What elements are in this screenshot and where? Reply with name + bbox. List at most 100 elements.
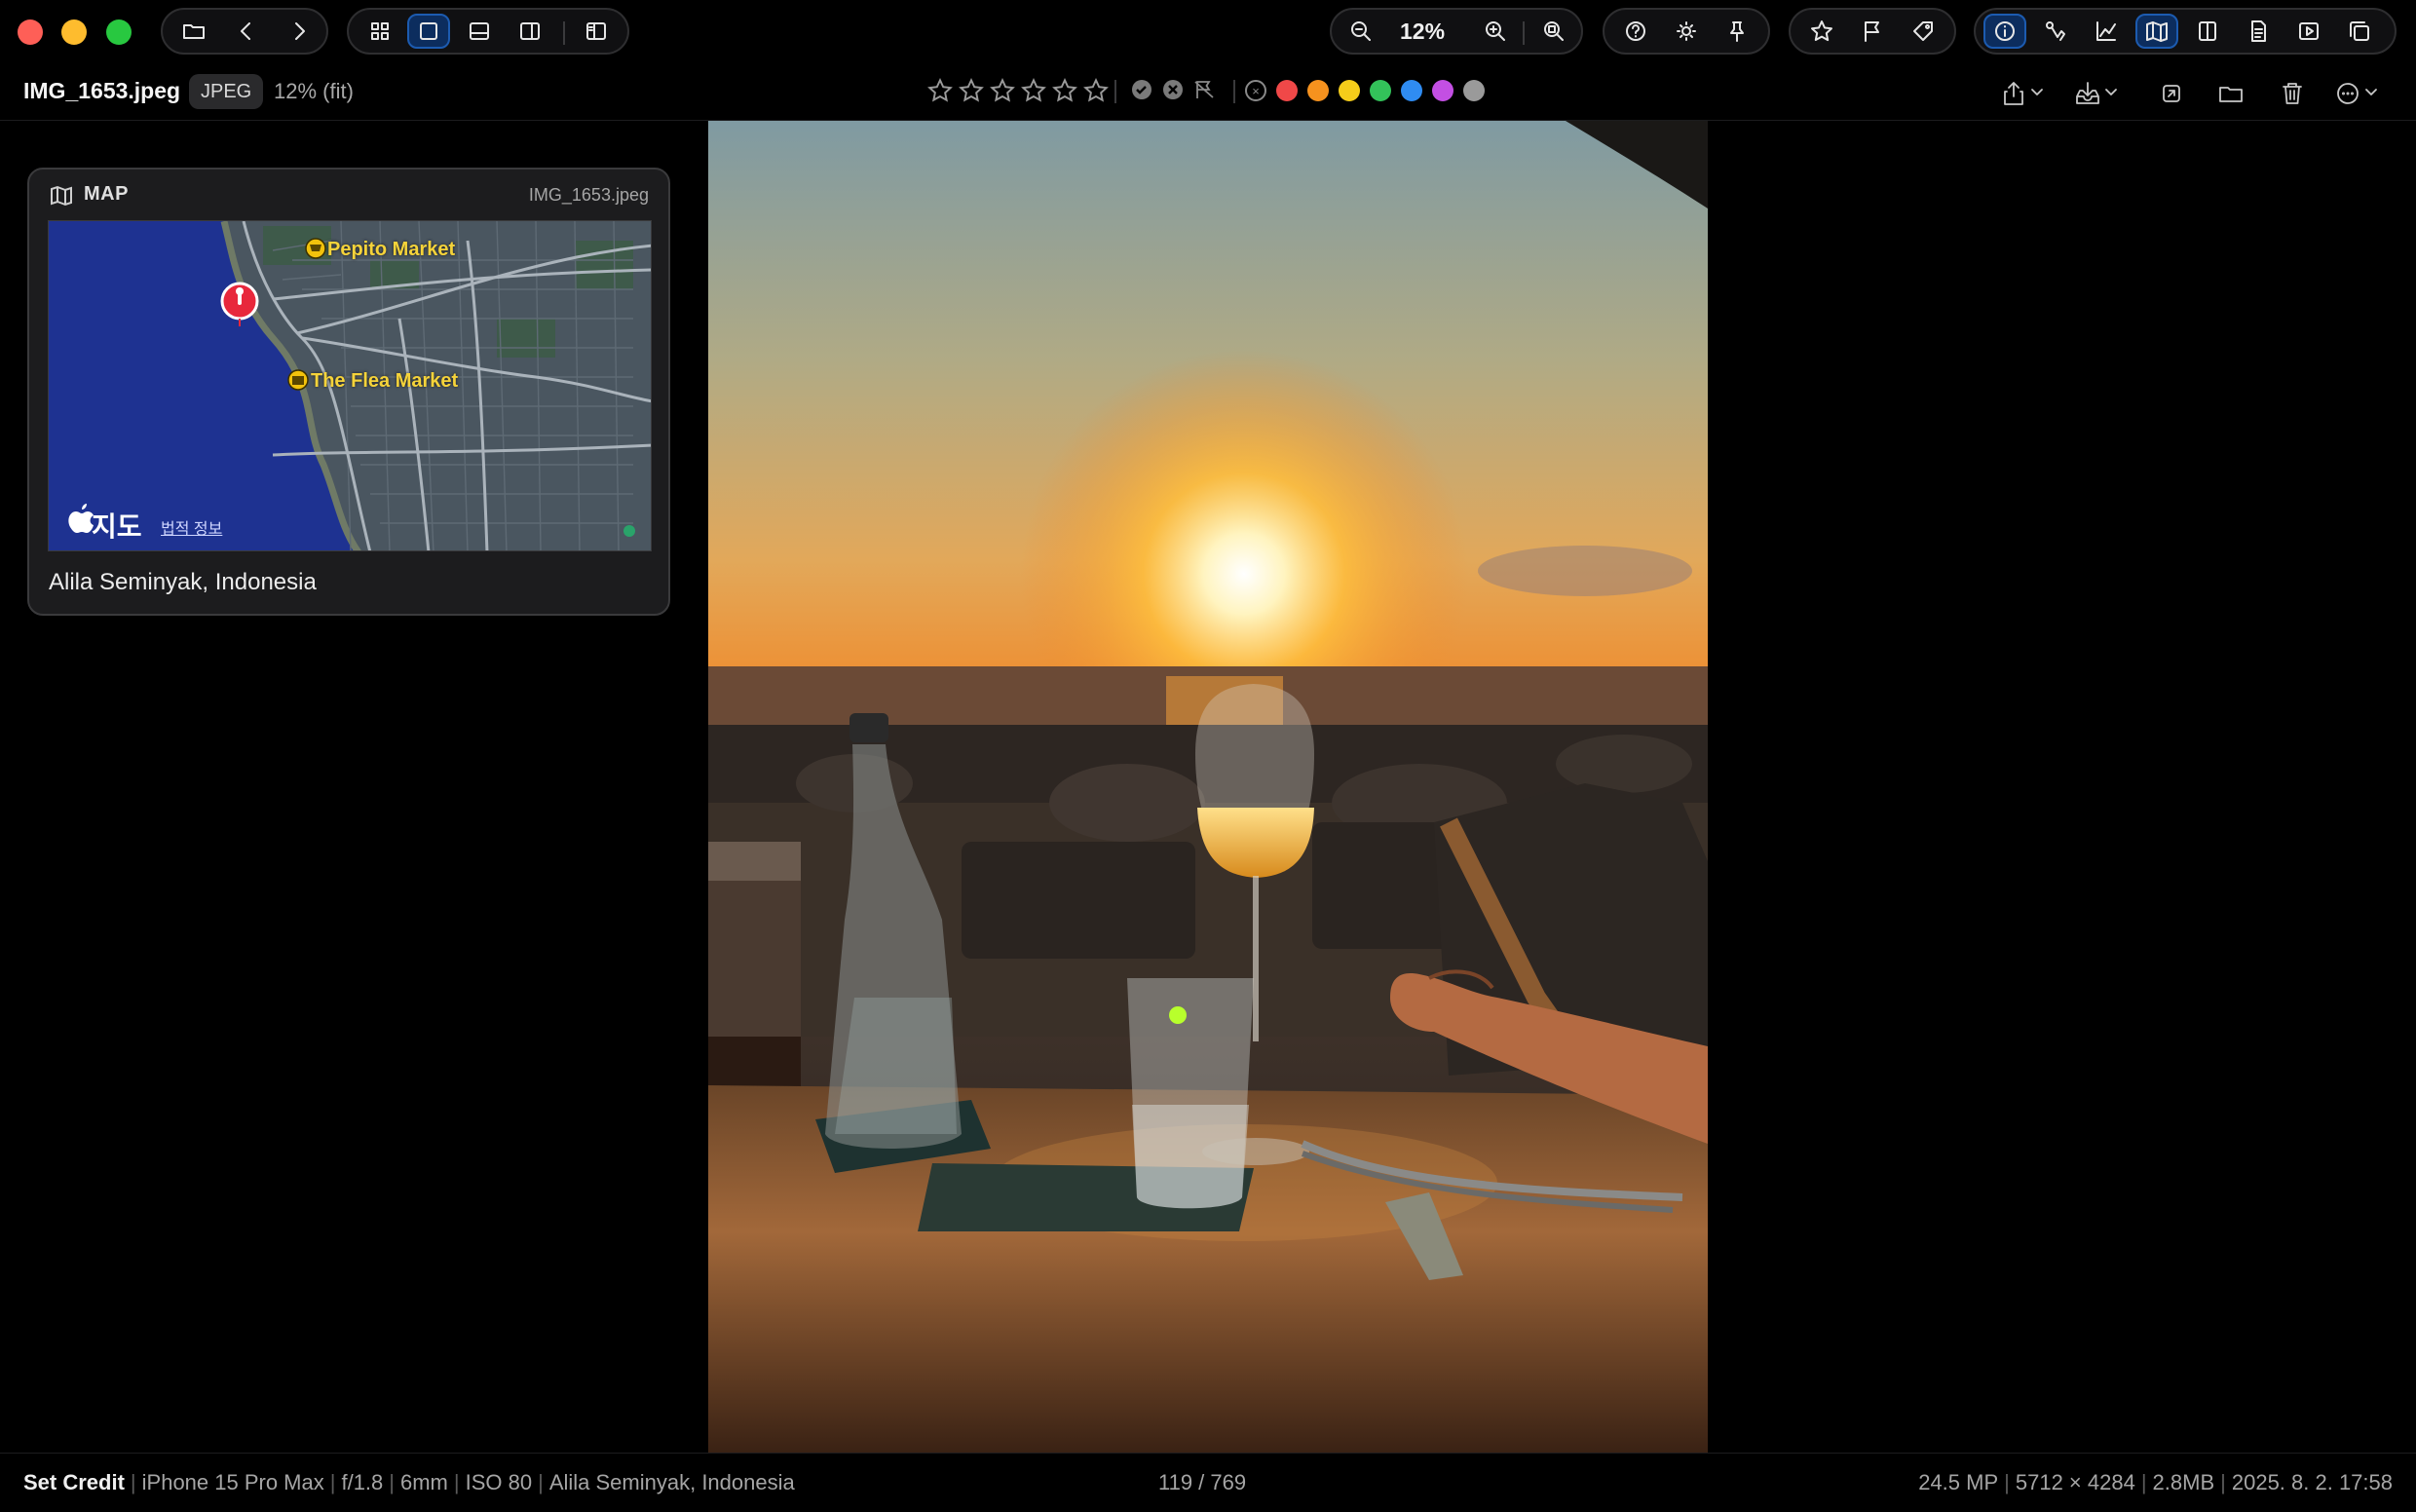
- star-icon: [1811, 20, 1832, 42]
- unflag-button[interactable]: [1192, 78, 1216, 101]
- color-label-none[interactable]: ×: [1245, 80, 1266, 101]
- close-window-button[interactable]: [18, 19, 43, 45]
- share-icon: [2004, 82, 2023, 105]
- zoom-group: 12%: [1330, 8, 1583, 55]
- map-card: MAP IMG_1653.jpeg Pepito Market The Flea…: [27, 168, 670, 616]
- chevron-down-icon: [2365, 88, 2377, 95]
- brightness-icon: [1677, 21, 1696, 41]
- document-icon: [2251, 20, 2266, 42]
- reveal-in-folder-button[interactable]: [2216, 76, 2246, 111]
- map-view[interactable]: Pepito Market The Flea Market 지도 법적 정보: [48, 220, 652, 551]
- chevron-left-icon: [241, 22, 250, 40]
- star-outline-icon: [927, 77, 953, 102]
- rating-star-5[interactable]: [1050, 76, 1081, 107]
- star-outline-icon: [1083, 77, 1109, 102]
- sidebar-right-icon: [520, 22, 540, 40]
- poi-label-pepito: Pepito Market: [327, 239, 456, 260]
- grid-view-button[interactable]: [359, 14, 401, 49]
- zoom-fit-icon: [1544, 21, 1564, 41]
- flag-button[interactable]: [1851, 14, 1894, 49]
- reject-button[interactable]: [1161, 78, 1185, 101]
- info-panel-button[interactable]: [1983, 14, 2026, 49]
- pin-icon: [1730, 21, 1744, 42]
- favorite-button[interactable]: [1800, 14, 1843, 49]
- compare-panel-button[interactable]: [2186, 14, 2229, 49]
- help-button[interactable]: [1614, 14, 1657, 49]
- color-label-blue[interactable]: [1401, 80, 1422, 101]
- split-view-icon: [2199, 21, 2216, 41]
- open-external-button[interactable]: [2157, 76, 2186, 111]
- minimize-window-button[interactable]: [61, 19, 87, 45]
- status-bar: Set Credit | iPhone 15 Pro Max | f/1.8 | 6mm | I…: [0, 1453, 2416, 1512]
- toggle-left-panel-button[interactable]: [575, 14, 618, 49]
- notes-panel-button[interactable]: [2237, 14, 2280, 49]
- pin-button[interactable]: [1716, 14, 1758, 49]
- map-panel-button[interactable]: [2135, 14, 2178, 49]
- single-view-button[interactable]: [407, 14, 450, 49]
- zoom-level[interactable]: 12%: [1400, 10, 1445, 53]
- next-button[interactable]: [278, 14, 321, 49]
- color-label-purple[interactable]: [1432, 80, 1453, 101]
- rating-stars: [925, 76, 1113, 107]
- pick-button[interactable]: [1130, 78, 1153, 101]
- rating-star-4[interactable]: [1019, 76, 1050, 107]
- zoom-in-button[interactable]: [1474, 14, 1517, 49]
- delete-button[interactable]: [2278, 76, 2307, 111]
- color-label-red[interactable]: [1276, 80, 1298, 101]
- legal-info-link[interactable]: 법적 정보: [161, 515, 222, 539]
- duplicate-button[interactable]: [2338, 14, 2381, 49]
- rating-star-6[interactable]: [1081, 76, 1113, 107]
- navigation-group: [161, 8, 328, 55]
- map-card-filename: IMG_1653.jpeg: [528, 185, 649, 205]
- megapixels: 24.5 MP: [1918, 1470, 1999, 1494]
- tray-download-icon: [2076, 82, 2099, 104]
- sidebar-view-button[interactable]: [509, 14, 551, 49]
- set-credit-button[interactable]: Set Credit: [23, 1470, 125, 1494]
- export-menu-button[interactable]: [2073, 76, 2120, 111]
- zoom-out-button[interactable]: [1340, 14, 1382, 49]
- open-folder-button[interactable]: [172, 14, 215, 49]
- chart-line-icon: [2096, 21, 2116, 41]
- rating-group: [1789, 8, 1956, 55]
- previous-button[interactable]: [225, 14, 268, 49]
- fullscreen-window-button[interactable]: [106, 19, 132, 45]
- rating-star-1[interactable]: [925, 76, 957, 107]
- chevron-down-icon: [2105, 88, 2117, 95]
- play-icon: [2299, 22, 2319, 40]
- location-text: Alila Seminyak, Indonesia: [548, 1470, 795, 1494]
- star-outline-icon: [990, 77, 1015, 102]
- file-size: 2.8MB: [2152, 1470, 2215, 1494]
- filmstrip-icon: [470, 22, 489, 40]
- folder-icon: [183, 24, 205, 39]
- flag-icon: [1865, 21, 1879, 42]
- filmstrip-view-button[interactable]: [458, 14, 501, 49]
- star-outline-icon: [1021, 77, 1046, 102]
- more-menu-button[interactable]: [2333, 76, 2380, 111]
- flag-slash-icon: [1194, 81, 1214, 98]
- share-menu-button[interactable]: [1999, 76, 2046, 111]
- star-outline-icon: [959, 77, 984, 102]
- tag-button[interactable]: [1902, 14, 1944, 49]
- color-label-green[interactable]: [1370, 80, 1391, 101]
- format-badge: JPEG: [189, 74, 264, 109]
- color-label-gray[interactable]: [1463, 80, 1485, 101]
- histogram-panel-button[interactable]: [2085, 14, 2128, 49]
- color-label-yellow[interactable]: [1339, 80, 1360, 101]
- info-icon: [1995, 21, 2015, 41]
- dimensions: 5712 × 4284: [2015, 1470, 2135, 1494]
- aperture: f/1.8: [341, 1470, 384, 1494]
- color-labels: ×: [1245, 80, 1485, 101]
- trash-icon: [2283, 83, 2302, 104]
- color-label-orange[interactable]: [1307, 80, 1329, 101]
- star-outline-icon: [1052, 77, 1077, 102]
- photo-canvas[interactable]: [708, 121, 1708, 1453]
- edit-panel-button[interactable]: [2034, 14, 2077, 49]
- capture-datetime: 2025. 8. 2. 17:58: [2231, 1470, 2393, 1494]
- rating-star-2[interactable]: [957, 76, 988, 107]
- adjust-button[interactable]: [1665, 14, 1708, 49]
- zoom-fit-button[interactable]: [1532, 14, 1575, 49]
- slideshow-button[interactable]: [2287, 14, 2330, 49]
- rating-star-3[interactable]: [988, 76, 1019, 107]
- check-circle-icon: [1132, 80, 1151, 99]
- map-icon: [49, 183, 74, 208]
